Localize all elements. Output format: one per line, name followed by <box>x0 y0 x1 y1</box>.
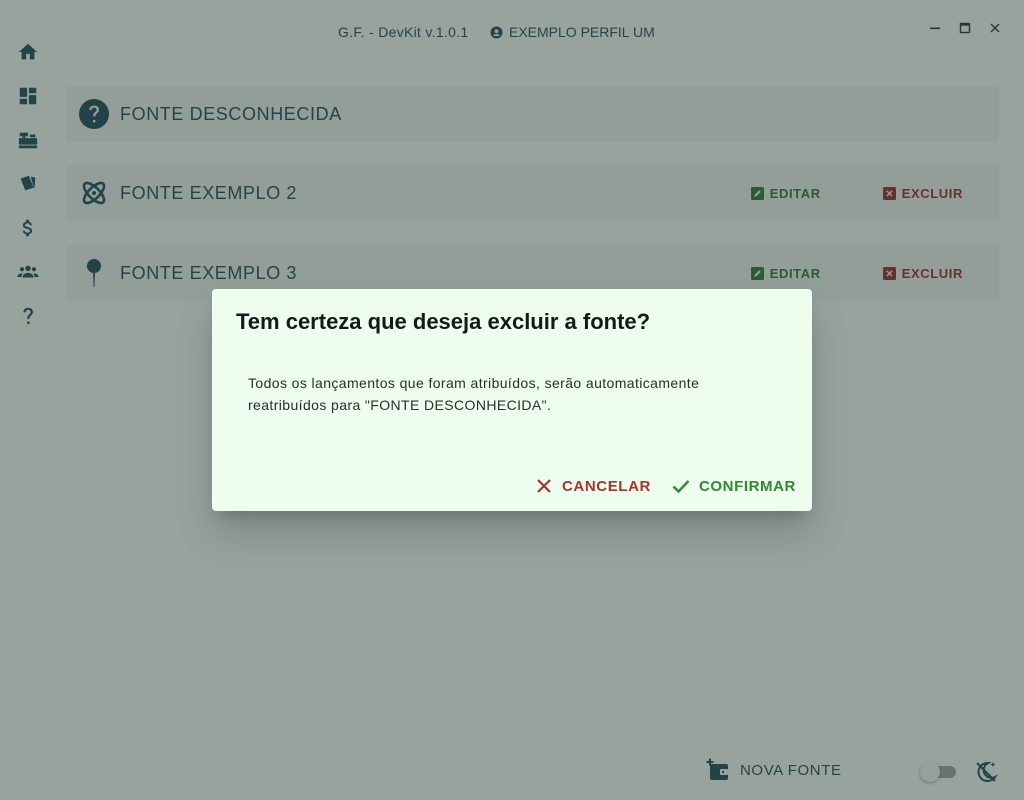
confirm-button[interactable]: CONFIRMAR <box>671 472 796 500</box>
check-icon <box>672 480 690 494</box>
dialog-message-line: Todos os lançamentos que foram atribuído… <box>248 375 700 391</box>
dialog-title: Tem certeza que deseja excluir a fonte? <box>236 309 651 334</box>
confirm-label: CONFIRMAR <box>698 477 796 495</box>
cancel-label: CANCELAR <box>561 477 651 495</box>
dialog-message-line: reatribuídos para "FONTE DESCONHECIDA". <box>248 397 552 413</box>
dialog-actions: CANCELAR CONFIRMAR <box>534 472 796 500</box>
confirm-delete-dialog: Tem certeza que deseja excluir a fonte? … <box>212 289 812 511</box>
dialog-message: Todos os lançamentos que foram atribuído… <box>248 372 788 416</box>
cancel-button[interactable]: CANCELAR <box>534 472 651 500</box>
close-icon <box>537 479 551 493</box>
